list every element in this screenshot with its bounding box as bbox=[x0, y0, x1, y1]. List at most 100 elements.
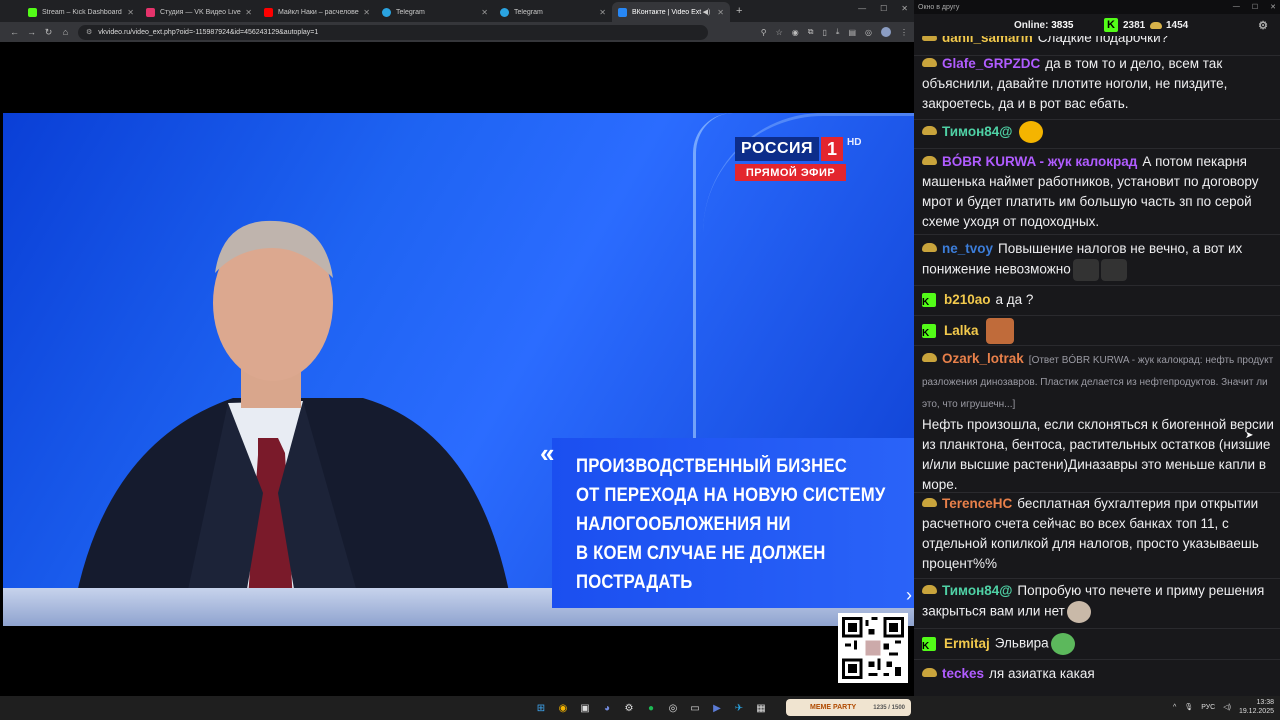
channel-name: РОССИЯ bbox=[735, 137, 819, 161]
kick-badge-icon: K bbox=[922, 293, 936, 308]
home-icon[interactable]: ⌂ bbox=[57, 27, 74, 37]
online-label: Online: bbox=[1014, 19, 1049, 31]
language-indicator[interactable]: РУС bbox=[1201, 704, 1215, 711]
chat-username[interactable]: Glafe_GRPZDC bbox=[942, 56, 1040, 71]
speaker-icon[interactable]: ◀) bbox=[703, 8, 711, 16]
download-icon[interactable]: ⤓ bbox=[836, 27, 840, 37]
live-badge: ПРЯМОЙ ЭФИР bbox=[735, 164, 846, 181]
tab-title: Telegram bbox=[396, 8, 425, 16]
minimize-icon[interactable]: — bbox=[858, 4, 866, 13]
chat-username[interactable]: Тимон84@ bbox=[942, 124, 1012, 139]
tab-kick-dashboard[interactable]: Stream – Kick Dashboard ✕ bbox=[22, 2, 140, 22]
chat-username[interactable]: Ozark_lotrak bbox=[942, 351, 1024, 366]
close-tab-icon[interactable]: ✕ bbox=[245, 8, 252, 17]
chat-window-titlebar: Окно в другу — ☐ ✕ bbox=[914, 0, 1280, 14]
chat-username[interactable]: teckes bbox=[942, 666, 984, 681]
chat-text: Нефть произошла, если склоняться к биоге… bbox=[922, 417, 1274, 492]
tab-telegram-1[interactable]: Telegram ✕ bbox=[376, 2, 494, 22]
laughing-emote-icon bbox=[1019, 121, 1044, 143]
media-player-icon[interactable]: ▶ bbox=[708, 699, 726, 717]
tab-vk-video-ext[interactable]: ВКонтакте | Video Ext ◀) ✕ bbox=[612, 2, 730, 22]
chat-username[interactable]: ne_tvoy bbox=[942, 241, 993, 256]
new-tab-icon[interactable]: + bbox=[736, 5, 742, 17]
windows-start-icon[interactable]: ⊞ bbox=[532, 699, 550, 717]
maximize-icon[interactable]: ☐ bbox=[1252, 3, 1258, 11]
next-arrow-icon[interactable]: › bbox=[906, 585, 912, 606]
zoom-icon[interactable]: ⚲ bbox=[761, 28, 767, 37]
tab-vk-studio[interactable]: Студия — VK Видео Live ✕ bbox=[140, 2, 258, 22]
obs-icon[interactable]: ◎ bbox=[664, 699, 682, 717]
chat-username[interactable]: BÓBR KURWA - жук калокрад bbox=[942, 154, 1137, 169]
chevron-up-icon[interactable]: ^ bbox=[1173, 704, 1176, 711]
reload-icon[interactable]: ↻ bbox=[40, 27, 57, 38]
extension-icon[interactable]: ◉ bbox=[792, 28, 799, 37]
chat-text: ля азиатка какая bbox=[989, 666, 1095, 681]
online-count: 3835 bbox=[1051, 19, 1074, 31]
minimize-icon[interactable]: — bbox=[1233, 3, 1240, 11]
profile-icon[interactable]: ◎ bbox=[865, 28, 872, 37]
chat-message: BÓBR KURWA - жук калокрад А потом пекарня… bbox=[922, 152, 1274, 232]
meme-party-widget[interactable]: MEME PARTY 1235 / 1500 bbox=[786, 699, 911, 716]
chat-username[interactable]: Ermitaj bbox=[944, 636, 990, 651]
discord-icon[interactable]: ◕ bbox=[598, 699, 616, 717]
close-window-icon[interactable]: ✕ bbox=[901, 4, 908, 13]
chat-username[interactable]: TerenceHC bbox=[942, 496, 1012, 511]
forward-icon[interactable]: → bbox=[23, 27, 40, 37]
close-tab-icon[interactable]: ✕ bbox=[717, 8, 724, 17]
address-bar[interactable]: ⚙ vkvideo.ru/video_ext.php?oid=-11598792… bbox=[78, 24, 708, 40]
telegram-icon[interactable]: ✈ bbox=[730, 699, 748, 717]
coin-badge-icon bbox=[922, 155, 937, 165]
coin-badge-icon bbox=[922, 667, 937, 677]
spotify-icon[interactable]: ● bbox=[642, 699, 660, 717]
app-icon[interactable]: ▦ bbox=[752, 699, 770, 717]
meme-party-label: MEME PARTY bbox=[810, 704, 857, 711]
sidebar-icon[interactable]: ▯ bbox=[823, 28, 827, 37]
chat-username[interactable]: Lalka bbox=[944, 323, 979, 338]
tab-youtube[interactable]: Майкл Наки – расчеловечив... ✕ bbox=[258, 2, 376, 22]
back-icon[interactable]: ← bbox=[6, 27, 23, 37]
menu-icon[interactable]: ⋮ bbox=[900, 28, 908, 37]
caption-line: ПОСТРАДАТЬ bbox=[576, 572, 693, 593]
file-explorer-icon[interactable]: ▣ bbox=[576, 699, 594, 717]
chrome-icon[interactable]: ◉ bbox=[554, 699, 572, 717]
vk-favicon-icon bbox=[618, 7, 627, 17]
tab-telegram-2[interactable]: Telegram ✕ bbox=[494, 2, 612, 22]
points-counter: 1454 bbox=[1150, 20, 1188, 31]
close-tab-icon[interactable]: ✕ bbox=[363, 8, 370, 17]
avatar[interactable] bbox=[881, 27, 891, 37]
url-text: vkvideo.ru/video_ext.php?oid=-115987924&… bbox=[98, 28, 319, 36]
caption-line: ОТ ПЕРЕХОДА НА НОВУЮ СИСТЕМУ bbox=[576, 485, 886, 506]
chat-message: ne_tvoy Повышение налогов не вечно, а вот… bbox=[922, 239, 1274, 281]
chat-username[interactable]: Тимон84@ bbox=[942, 583, 1012, 598]
divider bbox=[914, 285, 1280, 286]
close-tab-icon[interactable]: ✕ bbox=[599, 8, 606, 17]
app-icon[interactable]: ▭ bbox=[686, 699, 704, 717]
close-tab-icon[interactable]: ✕ bbox=[481, 8, 488, 17]
caption-chevron-icon: « bbox=[540, 438, 555, 468]
history-icon[interactable]: ▤ bbox=[848, 28, 856, 37]
coin-badge-icon bbox=[922, 352, 937, 362]
divider bbox=[914, 628, 1280, 629]
chat-message: Тимон84@ Попробую что печете и приму реше… bbox=[922, 581, 1274, 623]
channel-number: 1 bbox=[821, 137, 843, 161]
close-window-icon[interactable]: ✕ bbox=[1270, 3, 1276, 11]
settings-icon[interactable]: ⚙ bbox=[1258, 19, 1268, 32]
kick-viewers: K 2381 bbox=[1104, 18, 1145, 32]
microphone-icon[interactable]: 🎙 bbox=[1184, 703, 1193, 711]
chat-username[interactable]: danii_samarin bbox=[942, 36, 1033, 45]
bookmark-star-icon[interactable]: ☆ bbox=[776, 28, 783, 37]
clock[interactable]: 13:38 19.12.2025 bbox=[1239, 698, 1274, 716]
chat-message-list[interactable]: danii_samarin Сладкие подарочки? Glafe_GR… bbox=[914, 36, 1280, 686]
maximize-icon[interactable]: ☐ bbox=[880, 4, 887, 13]
window-controls: — ☐ ✕ bbox=[858, 4, 908, 13]
volume-icon[interactable]: ◁) bbox=[1223, 703, 1231, 711]
chat-username[interactable]: b210ao bbox=[944, 292, 991, 307]
puzzle-icon[interactable]: ⧉ bbox=[808, 27, 814, 37]
youtube-favicon-icon bbox=[264, 7, 273, 17]
steam-icon[interactable]: ⚙ bbox=[620, 699, 638, 717]
site-info-icon[interactable]: ⚙ bbox=[86, 28, 92, 36]
video-player[interactable]: РОССИЯ 1 HD ПРЯМОЙ ЭФИР « ПРОИЗВОДСТВЕНН… bbox=[3, 113, 914, 626]
channel-logo: РОССИЯ 1 HD ПРЯМОЙ ЭФИР bbox=[735, 137, 865, 189]
close-tab-icon[interactable]: ✕ bbox=[127, 8, 134, 17]
tab-title: ВКонтакте | Video Ext bbox=[632, 8, 702, 16]
